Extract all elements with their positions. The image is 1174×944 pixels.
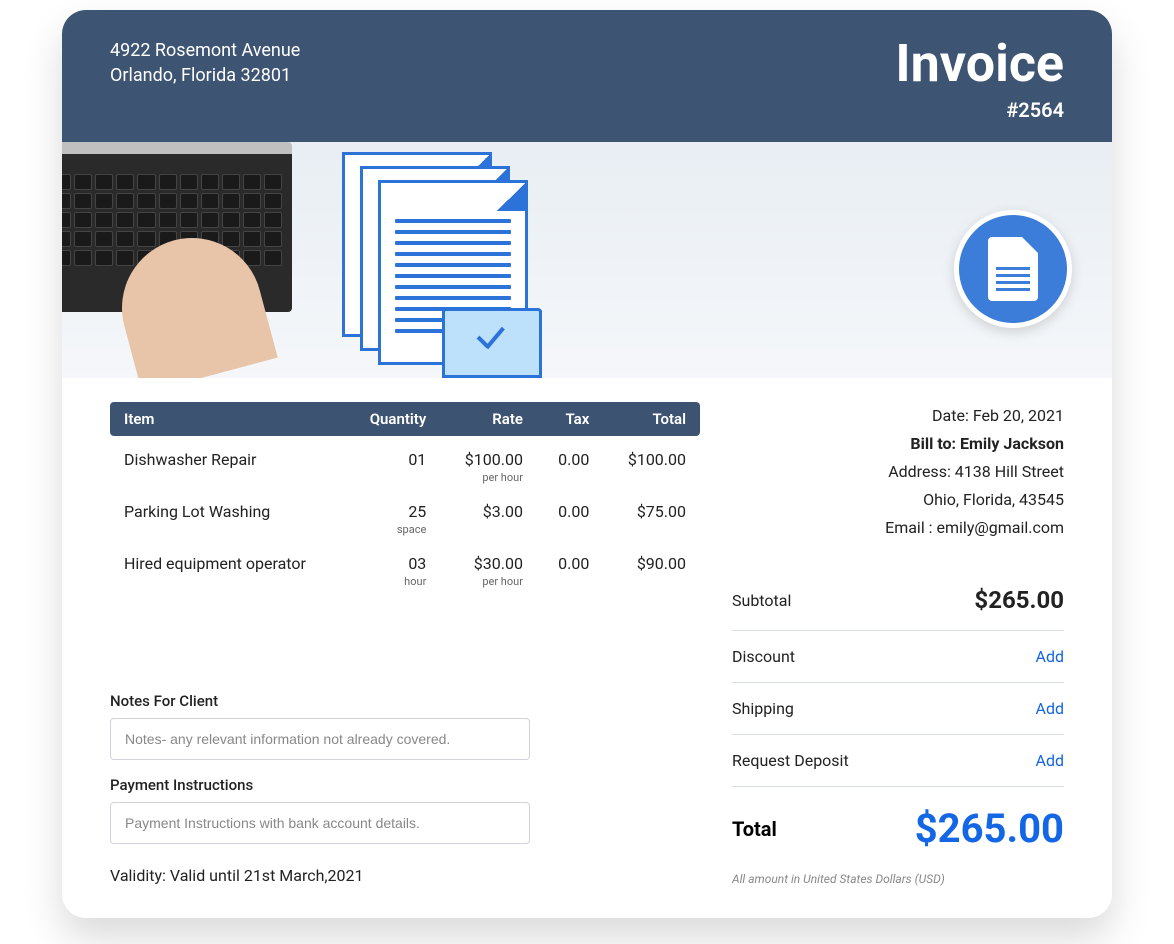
cell-item: Hired equipment operator [110,540,345,592]
validity-text: Validity: Valid until 21st March,2021 [110,866,700,885]
documents-icon [342,152,562,372]
document-badge-icon [954,210,1072,328]
col-total: Total [603,402,700,436]
bill-to: Bill to: Emily Jackson [732,430,1064,458]
bill-email: Email : emily@gmail.com [732,514,1064,542]
shipping-row: Shipping Add [732,683,1064,735]
line-items-table: Item Quantity Rate Tax Total Dishwasher … [110,402,700,592]
cell-item: Dishwasher Repair [110,436,345,488]
cell-quantity: 01 [345,436,440,488]
discount-row: Discount Add [732,631,1064,683]
add-shipping-link[interactable]: Add [1036,699,1064,718]
notes-section: Notes For Client Payment Instructions Va… [110,692,700,885]
cell-total: $90.00 [603,540,700,592]
right-column: Date: Feb 20, 2021 Bill to: Emily Jackso… [732,402,1064,886]
table-header-row: Item Quantity Rate Tax Total [110,402,700,436]
currency-note: All amount in United States Dollars (USD… [732,872,1064,886]
invoice-title: Invoice [895,38,1064,90]
cell-total: $100.00 [603,436,700,488]
add-discount-link[interactable]: Add [1036,647,1064,666]
banner-image [62,142,1112,378]
cell-total: $75.00 [603,488,700,540]
cell-tax: 0.00 [537,540,603,592]
table-row: Hired equipment operator03hour$30.00per … [110,540,700,592]
total-label: Total [732,817,777,841]
cell-quantity: 03hour [345,540,440,592]
cell-rate: $100.00per hour [440,436,537,488]
add-deposit-link[interactable]: Add [1036,751,1064,770]
table-row: Dishwasher Repair01$100.00per hour0.00$1… [110,436,700,488]
cell-tax: 0.00 [537,488,603,540]
payment-label: Payment Instructions [110,776,700,794]
cell-item: Parking Lot Washing [110,488,345,540]
cell-quantity: 25space [345,488,440,540]
bill-address: Address: 4138 Hill Street [732,458,1064,486]
notes-label: Notes For Client [110,692,700,710]
sender-address: 4922 Rosemont Avenue Orlando, Florida 32… [110,38,300,88]
deposit-row: Request Deposit Add [732,735,1064,787]
cell-rate: $30.00per hour [440,540,537,592]
col-item: Item [110,402,345,436]
cell-rate: $3.00 [440,488,537,540]
subtotal-row: Subtotal $265.00 [732,570,1064,631]
payment-input[interactable] [110,802,530,844]
table-row: Parking Lot Washing25space$3.000.00$75.0… [110,488,700,540]
left-column: Item Quantity Rate Tax Total Dishwasher … [110,402,700,886]
address-line1: 4922 Rosemont Avenue [110,38,300,63]
deposit-label: Request Deposit [732,751,849,770]
discount-label: Discount [732,647,795,666]
col-rate: Rate [440,402,537,436]
invoice-card: 4922 Rosemont Avenue Orlando, Florida 32… [62,10,1112,918]
invoice-title-block: Invoice #2564 [895,38,1064,122]
col-tax: Tax [537,402,603,436]
invoice-date: Date: Feb 20, 2021 [732,402,1064,430]
total-row: Total $265.00 [732,787,1064,860]
subtotal-label: Subtotal [732,591,791,610]
invoice-body: Item Quantity Rate Tax Total Dishwasher … [62,378,1112,918]
invoice-header: 4922 Rosemont Avenue Orlando, Florida 32… [62,10,1112,142]
subtotal-value: $265.00 [974,586,1064,614]
laptop-icon [62,142,292,378]
total-value: $265.00 [915,805,1064,852]
shipping-label: Shipping [732,699,794,718]
col-quantity: Quantity [345,402,440,436]
invoice-number: #2564 [895,98,1064,122]
bill-city: Ohio, Florida, 43545 [732,486,1064,514]
notes-input[interactable] [110,718,530,760]
bill-info: Date: Feb 20, 2021 Bill to: Emily Jackso… [732,402,1064,542]
address-line2: Orlando, Florida 32801 [110,63,300,88]
cell-tax: 0.00 [537,436,603,488]
